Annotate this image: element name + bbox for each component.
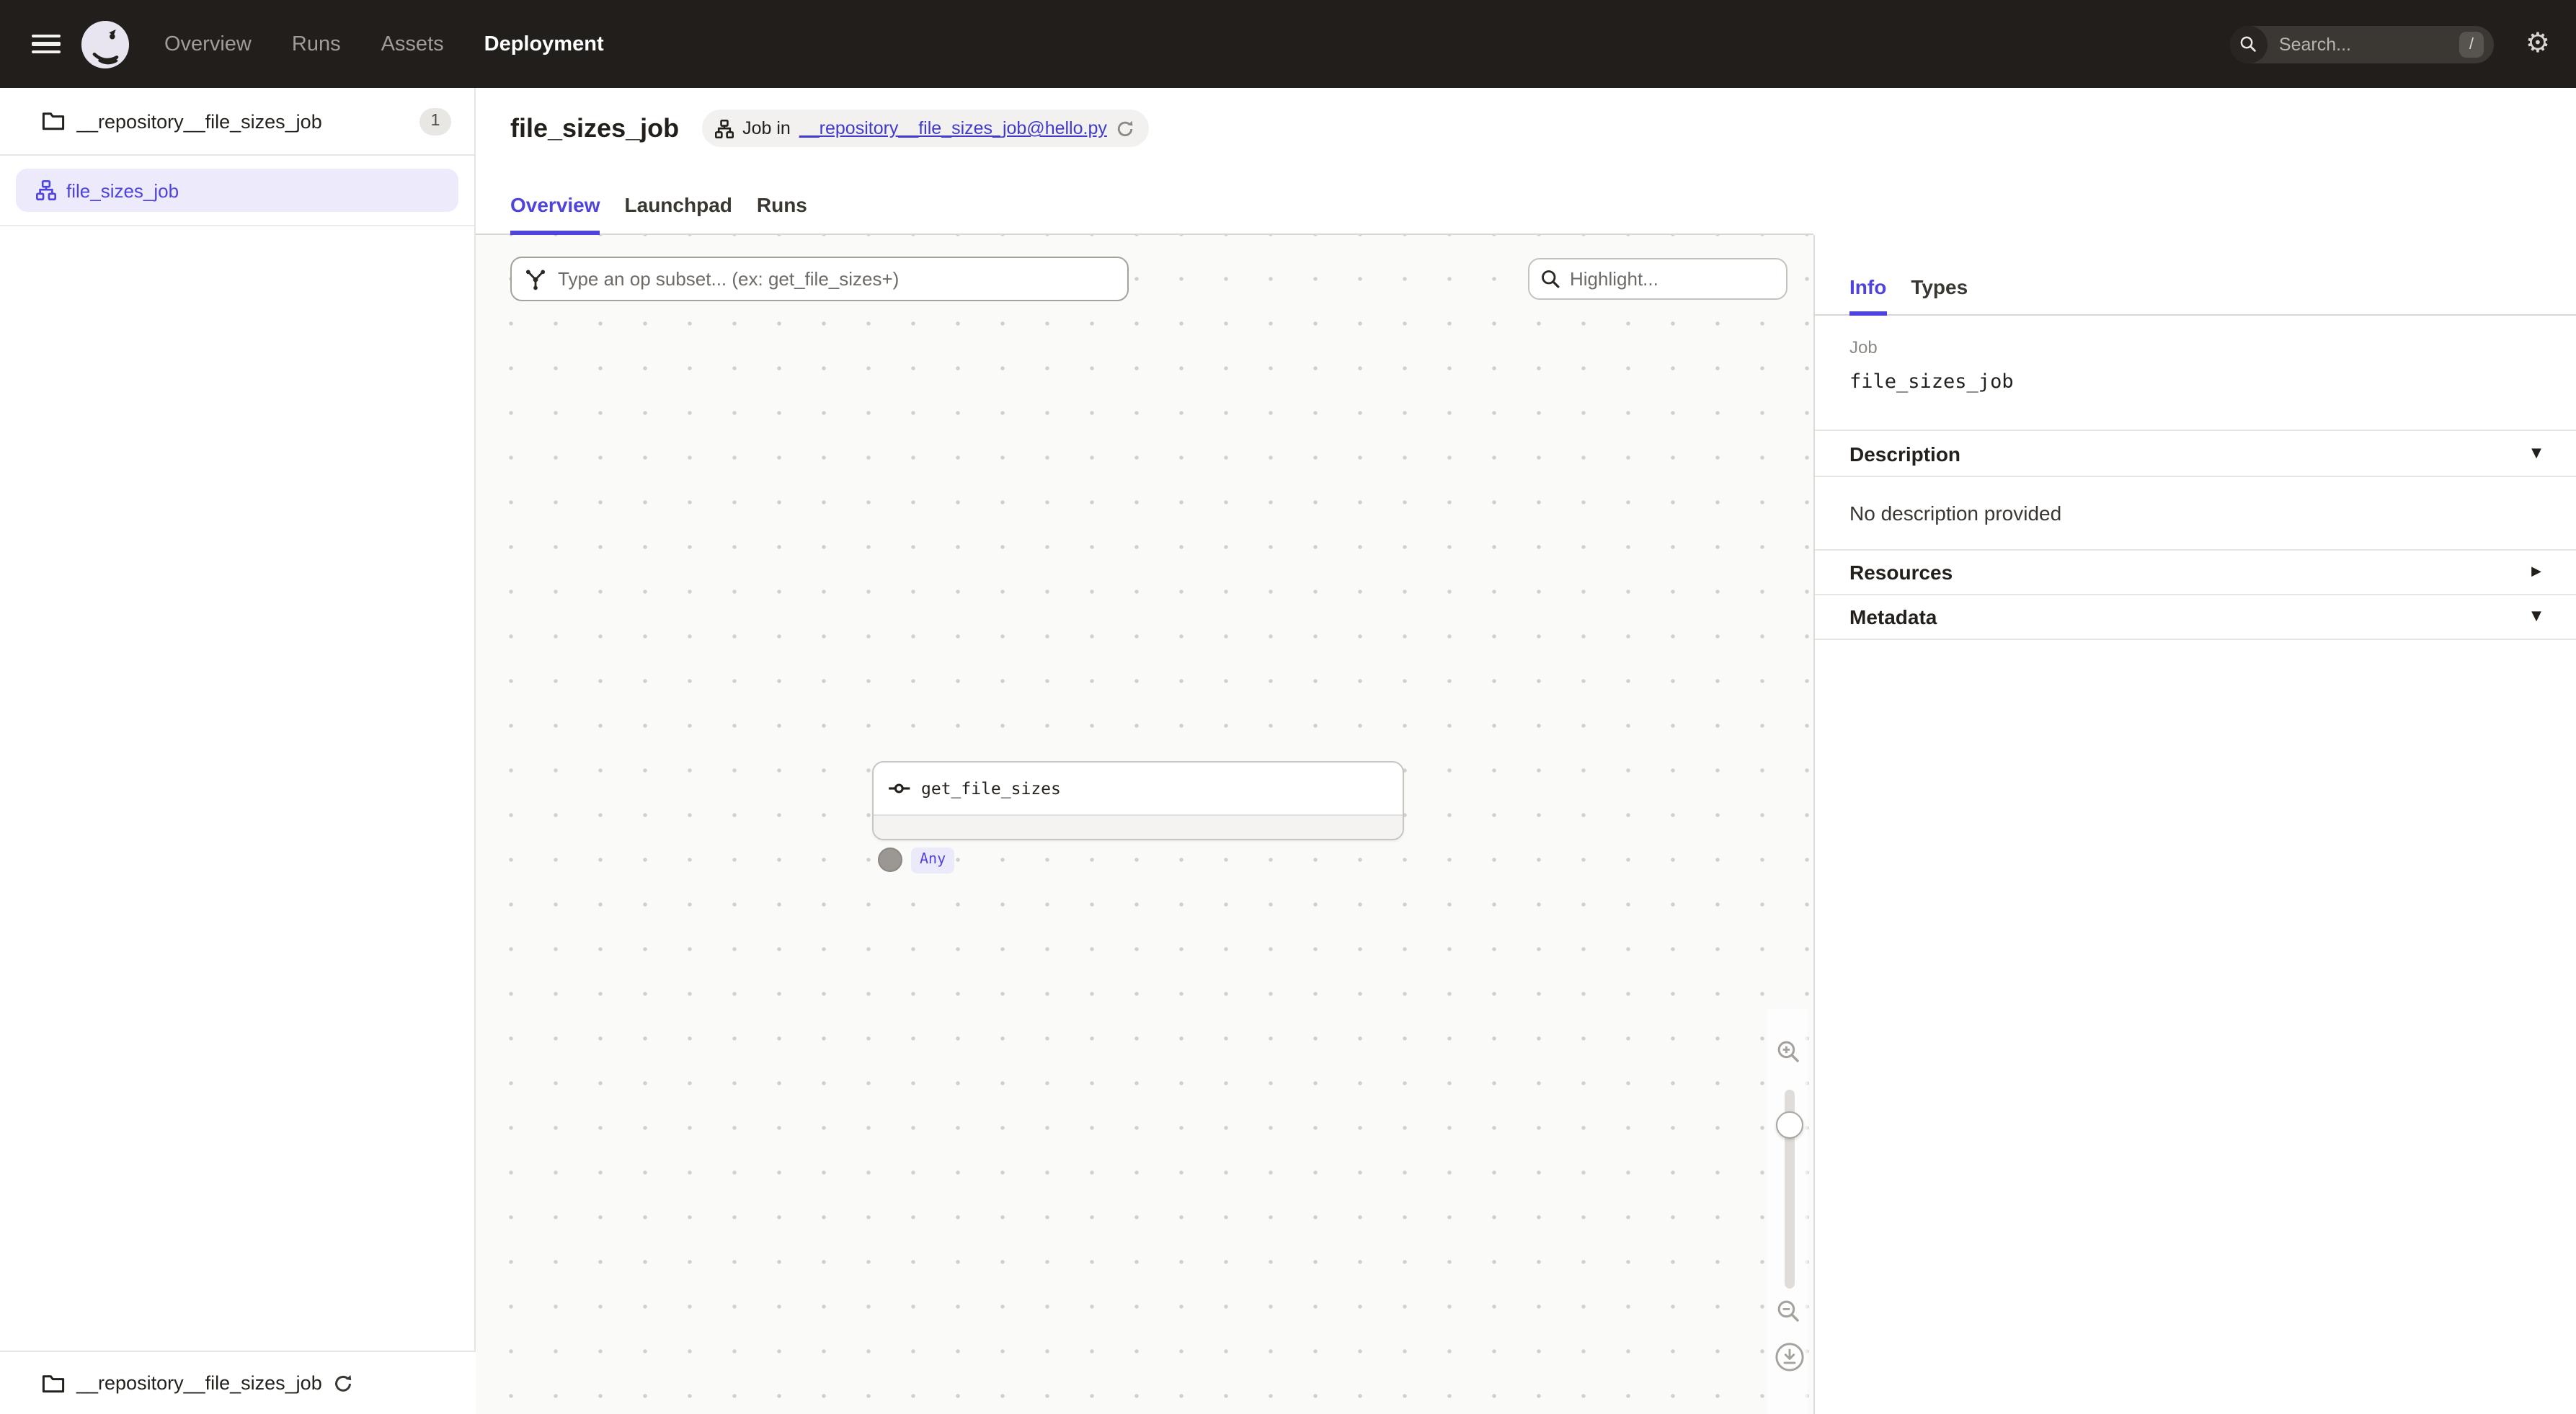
description-content: No description provided <box>1815 477 2576 551</box>
nav-runs[interactable]: Runs <box>292 32 341 55</box>
repo-group-header[interactable]: __repository__file_sizes_job 1 <box>0 88 474 156</box>
tab-types[interactable]: Types <box>1911 275 1968 316</box>
top-nav: Overview Runs Assets Deployment Search..… <box>0 0 2576 88</box>
download-image-icon[interactable] <box>1775 1342 1805 1372</box>
search-placeholder: Search... <box>2279 34 2351 54</box>
reload-icon[interactable] <box>1116 119 1134 138</box>
op-subset-input[interactable] <box>510 257 1129 301</box>
global-search-input[interactable]: Search... / <box>2230 25 2494 63</box>
page-title: file_sizes_job <box>510 113 679 143</box>
folder-icon <box>42 110 65 133</box>
dagster-logo[interactable] <box>81 19 130 68</box>
nav-assets[interactable]: Assets <box>381 32 444 55</box>
folder-icon <box>42 1371 65 1395</box>
page-header: file_sizes_job Job in __repository__file… <box>476 88 1813 235</box>
nav-right: Search... / ⚙ <box>2230 25 2550 63</box>
op-io-icon <box>888 778 911 799</box>
op-node-name: get_file_sizes <box>921 778 1061 799</box>
sidebar-item-file-sizes-job[interactable]: file_sizes_job <box>16 169 458 212</box>
zoom-slider-handle[interactable] <box>1776 1111 1803 1139</box>
job-name-value: file_sizes_job <box>1849 370 2541 393</box>
repo-footer-label: __repository__file_sizes_job <box>76 1372 322 1394</box>
job-label: Job <box>1849 337 2541 357</box>
job-list: file_sizes_job <box>0 156 474 226</box>
reload-repo-icon[interactable] <box>334 1373 354 1393</box>
nav-overview[interactable]: Overview <box>164 32 252 55</box>
job-sidebar: __repository__file_sizes_job 1 file_size… <box>0 88 476 1414</box>
info-panel: Info Types Job file_sizes_job Descriptio… <box>1813 235 2576 1414</box>
op-graph-canvas[interactable]: get_file_sizes Any <box>476 235 1813 1414</box>
highlight-input[interactable] <box>1528 258 1787 300</box>
op-subset-field <box>510 257 1129 301</box>
op-node-body <box>874 816 1403 839</box>
section-metadata[interactable]: Metadata ▼ <box>1815 595 2576 640</box>
repo-footer[interactable]: __repository__file_sizes_job <box>0 1351 476 1414</box>
nav-deployment[interactable]: Deployment <box>484 32 604 55</box>
slash-shortcut-badge: / <box>2459 31 2484 57</box>
zoom-out-icon[interactable] <box>1776 1299 1803 1326</box>
chevron-down-icon: ▼ <box>2531 610 2541 624</box>
repo-file-link[interactable]: __repository__file_sizes_job@hello.py <box>799 118 1107 138</box>
panel-tabs: Info Types <box>1815 235 2576 316</box>
app-window: Overview Runs Assets Deployment Search..… <box>0 0 2576 1414</box>
menu-icon[interactable] <box>32 34 61 54</box>
section-description[interactable]: Description ▼ <box>1815 431 2576 477</box>
tab-overview[interactable]: Overview <box>510 193 600 235</box>
tab-info[interactable]: Info <box>1849 275 1886 316</box>
job-context-pill: Job in __repository__file_sizes_job@hell… <box>702 110 1149 147</box>
job-fork-icon <box>36 180 56 200</box>
gear-icon[interactable]: ⚙ <box>2526 30 2550 58</box>
output-type-chip[interactable]: Any <box>911 848 954 873</box>
repo-group-label: __repository__file_sizes_job <box>76 110 419 132</box>
chevron-down-icon: ▼ <box>2531 446 2541 461</box>
op-output-port <box>878 848 902 872</box>
job-tabs: Overview Launchpad Runs <box>510 193 807 235</box>
context-prefix: Job in <box>742 118 791 138</box>
highlight-field <box>1528 258 1787 300</box>
chevron-right-icon: ▶ <box>2531 565 2541 579</box>
sidebar-item-label: file_sizes_job <box>66 179 179 201</box>
job-count-badge: 1 <box>419 107 451 135</box>
search-icon <box>2230 25 2268 63</box>
primary-nav: Overview Runs Assets Deployment <box>164 32 604 55</box>
op-node-get-file-sizes[interactable]: get_file_sizes <box>872 761 1404 840</box>
zoom-in-icon[interactable] <box>1776 1039 1803 1067</box>
tab-launchpad[interactable]: Launchpad <box>625 193 732 235</box>
job-info-block: Job file_sizes_job <box>1815 316 2576 431</box>
job-fork-icon <box>715 119 734 138</box>
section-resources[interactable]: Resources ▶ <box>1815 551 2576 595</box>
tab-runs[interactable]: Runs <box>757 193 807 235</box>
